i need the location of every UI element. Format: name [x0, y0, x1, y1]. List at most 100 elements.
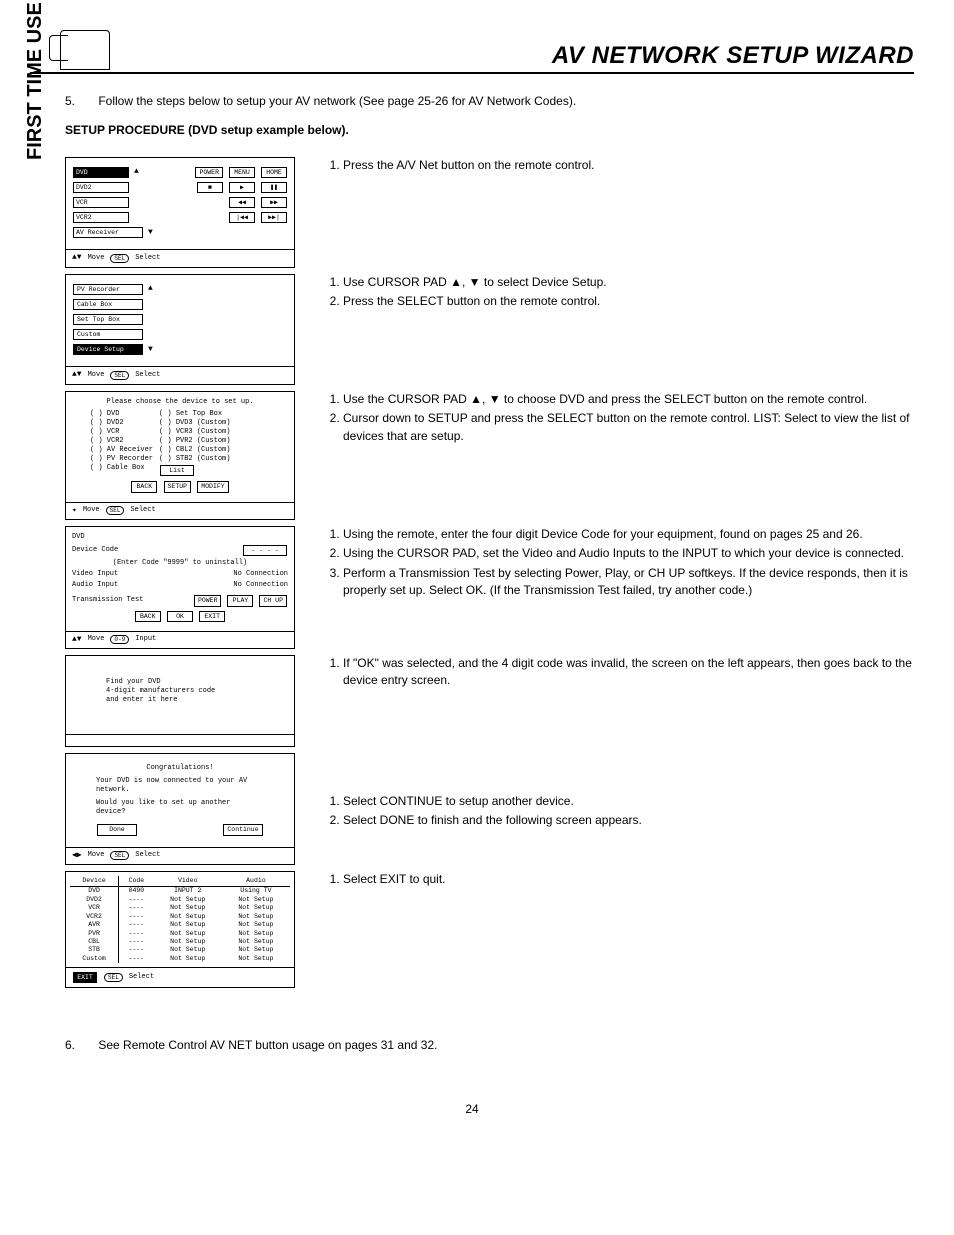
table-row: DVD2----Not SetupNot Setup [70, 896, 290, 904]
exit-btn: EXIT [199, 611, 225, 622]
table-cell: Not Setup [222, 938, 290, 946]
foot-select: Select [135, 851, 160, 860]
table-cell: Not Setup [222, 955, 290, 963]
th-code: Code [119, 876, 154, 887]
table-cell: VCR [70, 904, 119, 912]
table-cell: 0490 [119, 887, 154, 896]
item-pvrec: PV Recorder [73, 284, 143, 295]
item-dvd: DVD [73, 167, 129, 178]
p5-l1: Find your DVD [106, 678, 288, 687]
ff-icon: ▶▶ [261, 197, 287, 208]
updown-icon: ▲▼ [72, 370, 82, 380]
table-row: Custom----Not SetupNot Setup [70, 955, 290, 963]
table-cell: Not Setup [222, 921, 290, 929]
down-arrow-icon: ▼ [148, 345, 153, 355]
instr5-1: If "OK" was selected, and the 4 digit co… [343, 655, 914, 690]
setup-procedure-heading: SETUP PROCEDURE (DVD setup example below… [65, 123, 914, 137]
table-cell: ---- [119, 921, 154, 929]
foot-move: Move [88, 635, 105, 644]
up-arrow-icon: ▲ [134, 167, 139, 177]
instr4-3: Perform a Transmission Test by selecting… [343, 565, 914, 600]
opt: ( ) VCR2 [90, 437, 153, 446]
back-btn: BACK [131, 481, 157, 492]
table-cell: Using TV [222, 887, 290, 896]
foot-select: Select [135, 371, 160, 380]
sel-icon: SEL [110, 371, 129, 380]
intro-step: 5. Follow the steps below to setup your … [65, 94, 914, 108]
opt: ( ) DVD2 [90, 419, 153, 428]
sel-icon: SEL [106, 506, 125, 515]
instructions-6: Select CONTINUE to setup another device.… [315, 753, 914, 832]
instr3-1: Use the CURSOR PAD ▲, ▼ to choose DVD an… [343, 391, 914, 408]
table-cell: DVD [70, 887, 119, 896]
table-cell: DVD2 [70, 896, 119, 904]
outro-step: 6. See Remote Control AV NET button usag… [65, 1038, 914, 1052]
table-cell: Not Setup [154, 904, 222, 912]
table-cell: INPUT 2 [154, 887, 222, 896]
instr6-2: Select DONE to finish and the following … [343, 812, 914, 829]
p5-l3: and enter it here [106, 696, 288, 705]
instr7-1: Select EXIT to quit. [343, 871, 914, 888]
table-cell: Not Setup [222, 913, 290, 921]
tv-logo-icon [60, 30, 110, 70]
opt: ( ) VCR3 (Custom) [159, 428, 230, 437]
panel-device-code: DVD Device Code - - - - (Enter Code "999… [65, 526, 295, 649]
th-video: Video [154, 876, 222, 887]
panel-choose-device: Please choose the device to set up. ( ) … [65, 391, 295, 520]
instr6-1: Select CONTINUE to setup another device. [343, 793, 914, 810]
summary-table: Device Code Video Audio DVD0490INPUT 2Us… [70, 876, 290, 963]
panel3-title: Please choose the device to set up. [72, 398, 288, 407]
table-cell: Not Setup [154, 913, 222, 921]
instr2-1: Use CURSOR PAD ▲, ▼ to select Device Set… [343, 274, 914, 291]
outro-num: 6. [65, 1038, 95, 1052]
opt: ( ) DVD [90, 410, 153, 419]
foot-move: Move [88, 254, 105, 263]
continue-btn: Continue [223, 824, 263, 835]
panel-device-list-2: PV Recorder▲ Cable Box Set Top Box Custo… [65, 274, 295, 385]
table-cell: Not Setup [222, 904, 290, 912]
move-icon: ✦ [72, 506, 77, 516]
opt: ( ) PVR2 (Custom) [159, 437, 230, 446]
instr1-1: Press the A/V Net button on the remote c… [343, 157, 914, 174]
table-row: VCR----Not SetupNot Setup [70, 904, 290, 912]
ain-label: Audio Input [72, 581, 118, 590]
item-vcr2: VCR2 [73, 212, 129, 223]
item-custom: Custom [73, 329, 143, 340]
power-btn: POWER [195, 167, 223, 178]
opt: ( ) CBL2 (Custom) [159, 446, 230, 455]
lr-icon: ◀▶ [72, 851, 82, 861]
opt: ( ) DVD3 (Custom) [159, 419, 230, 428]
page-number: 24 [30, 1102, 914, 1116]
tt-label: Transmission Test [72, 596, 143, 605]
p6-l3: Would you like to set up another device? [96, 799, 264, 817]
home-btn: HOME [261, 167, 287, 178]
opt: ( ) AV Receiver [90, 446, 153, 455]
p6-l2: Your DVD is now connected to your AV net… [96, 777, 264, 795]
num-icon: 0-9 [110, 635, 129, 644]
foot-select: Select [130, 506, 155, 515]
item-cable: Cable Box [73, 299, 143, 310]
done-btn: Done [97, 824, 137, 835]
table-row: AVR----Not SetupNot Setup [70, 921, 290, 929]
table-cell: PVR [70, 930, 119, 938]
outro-text: See Remote Control AV NET button usage o… [98, 1038, 437, 1052]
th-audio: Audio [222, 876, 290, 887]
modify-btn: MODIFY [197, 481, 228, 492]
sel-icon: SEL [104, 973, 123, 982]
up-arrow-icon: ▲ [148, 284, 153, 294]
intro-text: Follow the steps below to setup your AV … [98, 94, 576, 108]
table-row: STB----Not SetupNot Setup [70, 946, 290, 954]
intro-num: 5. [65, 94, 95, 108]
opt: ( ) Cable Box [90, 464, 153, 473]
table-cell: ---- [119, 904, 154, 912]
table-cell: Not Setup [154, 946, 222, 954]
table-cell: Not Setup [222, 896, 290, 904]
table-row: DVD0490INPUT 2Using TV [70, 887, 290, 896]
table-cell: ---- [119, 938, 154, 946]
sel-icon: SEL [110, 851, 129, 860]
sel-icon: SEL [110, 254, 129, 263]
instructions-7: Select EXIT to quit. [315, 871, 914, 890]
panel-find-code: Find your DVD 4-digit manufacturers code… [65, 655, 295, 747]
instr2-2: Press the SELECT button on the remote co… [343, 293, 914, 310]
exit-btn: EXIT [73, 972, 97, 983]
